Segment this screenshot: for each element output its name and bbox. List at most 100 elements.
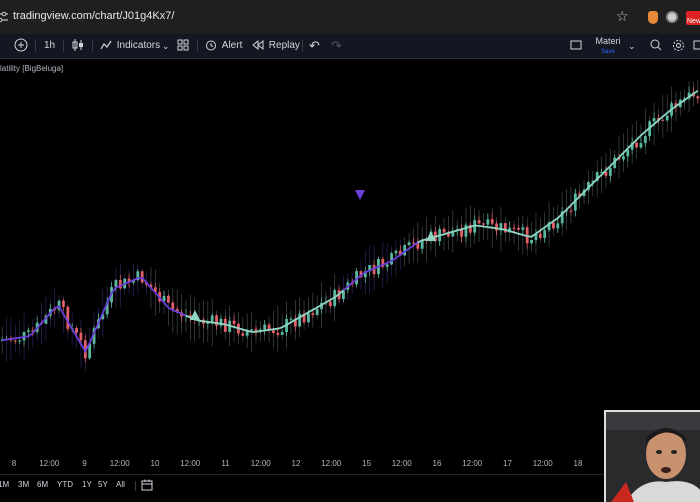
interval-button[interactable]: 1h bbox=[44, 34, 55, 58]
candle-body bbox=[298, 313, 302, 327]
candle-body bbox=[622, 156, 625, 160]
candle-body bbox=[232, 320, 236, 324]
time-tick-label: 12:00 bbox=[532, 459, 553, 468]
range-button-5y[interactable]: 5Y bbox=[98, 480, 108, 489]
candle-body bbox=[114, 280, 118, 288]
candle-body bbox=[608, 168, 612, 176]
site-settings-icon[interactable] bbox=[0, 11, 8, 23]
chart-pane[interactable]: latility [BigBeluga] bbox=[0, 59, 700, 455]
indicators-icon bbox=[100, 41, 112, 50]
candle-body bbox=[643, 136, 647, 144]
time-tick-label: 12:00 bbox=[321, 459, 342, 468]
candle-body bbox=[538, 233, 542, 238]
candle-body bbox=[464, 224, 468, 237]
chevron-down-icon[interactable]: ⌄ bbox=[162, 34, 170, 58]
candle-body bbox=[482, 223, 485, 225]
candle-body bbox=[171, 302, 175, 310]
candle-body bbox=[486, 219, 490, 225]
address-url[interactable]: tradingview.com/chart/J01g4Kx7/ bbox=[13, 10, 174, 22]
add-symbol-icon[interactable] bbox=[14, 34, 28, 58]
time-tick-label: 15 bbox=[362, 459, 371, 468]
range-button-1y[interactable]: 1Y bbox=[82, 480, 92, 489]
account-icon[interactable] bbox=[666, 11, 678, 23]
candle-body bbox=[210, 315, 214, 322]
candle-body bbox=[27, 330, 30, 332]
replay-icon bbox=[252, 40, 264, 51]
candle-body bbox=[241, 333, 245, 336]
time-tick-label: 18 bbox=[573, 459, 583, 468]
candle-body bbox=[394, 250, 398, 254]
time-tick-label: 8 bbox=[11, 459, 17, 468]
bookmark-star-icon[interactable]: ☆ bbox=[616, 8, 629, 25]
alert-label: Alert bbox=[221, 40, 243, 51]
alert-button[interactable]: Alert bbox=[205, 34, 242, 58]
candle-body bbox=[385, 264, 389, 267]
redo-icon[interactable]: ↷ bbox=[331, 34, 342, 58]
candle-body bbox=[62, 300, 65, 307]
date-range-bar: 1M 3M 6M YTD 1Y 5Y All bbox=[0, 474, 700, 495]
price-chart[interactable] bbox=[0, 59, 700, 455]
presenter-video bbox=[606, 412, 700, 502]
replay-button[interactable]: Replay bbox=[252, 34, 300, 58]
trend-line bbox=[342, 241, 419, 291]
browser-address-bar: tradingview.com/chart/J01g4Kx7/ ☆ New bbox=[0, 0, 700, 35]
range-button-ytd[interactable]: YTD bbox=[57, 480, 73, 489]
candle-body bbox=[490, 219, 494, 224]
time-tick-label: 11 bbox=[221, 459, 230, 468]
time-tick-label: 9 bbox=[82, 459, 87, 468]
alarm-clock-icon bbox=[206, 40, 216, 51]
range-button-1m[interactable]: 1M bbox=[0, 480, 9, 489]
candle-body bbox=[652, 117, 656, 122]
replay-label: Replay bbox=[268, 40, 300, 51]
candle-body bbox=[517, 228, 520, 230]
layout-icon[interactable] bbox=[570, 34, 582, 58]
layout-chevron-down-icon[interactable]: ⌄ bbox=[628, 34, 636, 58]
candle-body bbox=[530, 239, 533, 244]
candle-body bbox=[13, 340, 17, 342]
time-axis[interactable]: 8 12:00 9 12:00 10 12:00 11 12:00 12 12:00 15 12:00… bbox=[0, 455, 700, 473]
calendar-icon[interactable] bbox=[141, 479, 153, 491]
indicator-legend-label[interactable]: latility [BigBeluga] bbox=[0, 64, 63, 73]
webcam-overlay bbox=[604, 410, 700, 502]
candle-body bbox=[66, 306, 70, 329]
time-tick-label: 16 bbox=[432, 459, 442, 468]
candle-body bbox=[412, 242, 415, 244]
gear-icon[interactable] bbox=[672, 34, 685, 58]
candle-body bbox=[495, 223, 498, 231]
range-button-3m[interactable]: 3M bbox=[18, 480, 29, 489]
candle-body bbox=[442, 229, 446, 233]
candle-type-icon[interactable] bbox=[72, 34, 84, 58]
candle-body bbox=[263, 324, 267, 330]
candle-body bbox=[75, 328, 78, 333]
candle-body bbox=[635, 142, 638, 148]
candle-body bbox=[556, 223, 560, 229]
news-badge[interactable]: New bbox=[686, 11, 700, 25]
templates-grid-icon[interactable] bbox=[177, 34, 189, 58]
time-tick-label: 12:00 bbox=[391, 459, 412, 468]
time-tick-label: 12:00 bbox=[250, 459, 271, 468]
layout-name-button[interactable]: Materi Save bbox=[595, 36, 621, 58]
quick-search-icon[interactable] bbox=[650, 34, 662, 58]
candle-body bbox=[552, 222, 555, 229]
time-tick-label: 12:00 bbox=[39, 459, 60, 468]
undo-icon[interactable]: ↶ bbox=[309, 34, 320, 58]
candle-body bbox=[407, 242, 411, 246]
candle-body bbox=[289, 318, 293, 320]
candle-body bbox=[18, 340, 22, 342]
fullscreen-icon[interactable] bbox=[693, 34, 700, 58]
layout-name: Materi bbox=[595, 36, 621, 46]
candle-body bbox=[280, 332, 284, 335]
extension-icon[interactable] bbox=[648, 11, 658, 24]
symbol-menu-icon[interactable] bbox=[0, 34, 3, 58]
candle-body bbox=[696, 96, 700, 99]
indicators-button[interactable]: Indicators bbox=[100, 34, 160, 58]
candle-body bbox=[315, 309, 319, 316]
range-button-all[interactable]: All bbox=[116, 480, 125, 489]
candle-body bbox=[521, 227, 525, 230]
range-button-6m[interactable]: 6M bbox=[37, 480, 48, 489]
time-tick-label: 12:00 bbox=[180, 459, 201, 468]
candle-body bbox=[140, 271, 144, 283]
candle-body bbox=[311, 313, 315, 316]
candle-body bbox=[250, 329, 253, 331]
candle-body bbox=[512, 227, 516, 229]
